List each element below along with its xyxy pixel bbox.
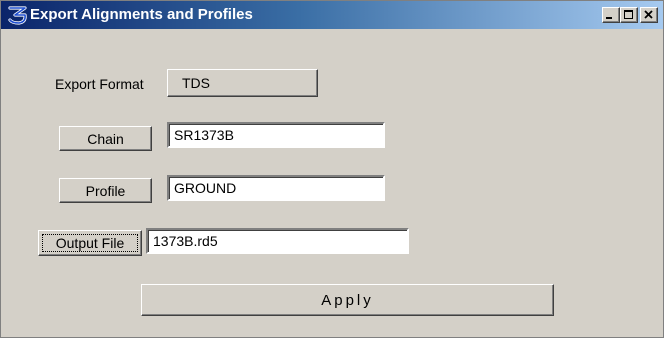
close-button[interactable]	[640, 7, 658, 23]
profile-field[interactable]	[167, 175, 385, 201]
title-bar[interactable]: Export Alignments and Profiles	[1, 1, 663, 29]
chain-button[interactable]: Chain	[59, 126, 152, 151]
export-format-label: Export Format	[55, 76, 144, 92]
maximize-icon	[624, 10, 633, 19]
profile-button[interactable]: Profile	[59, 178, 152, 203]
chain-field[interactable]	[167, 122, 385, 148]
window-title: Export Alignments and Profiles	[30, 6, 253, 23]
export-dialog: Export Alignments and Profiles Export Fo…	[0, 0, 664, 338]
output-file-button[interactable]: Output File	[38, 230, 142, 256]
close-icon	[644, 10, 653, 19]
output-file-field[interactable]	[146, 228, 409, 254]
export-format-button[interactable]: TDS	[167, 69, 318, 97]
output-file-label: Output File	[55, 235, 125, 251]
apply-button[interactable]: Apply	[141, 284, 554, 316]
minimize-icon	[606, 17, 612, 19]
maximize-button[interactable]	[620, 7, 638, 23]
minimize-button[interactable]	[602, 7, 620, 23]
app-logo-icon	[8, 6, 27, 25]
